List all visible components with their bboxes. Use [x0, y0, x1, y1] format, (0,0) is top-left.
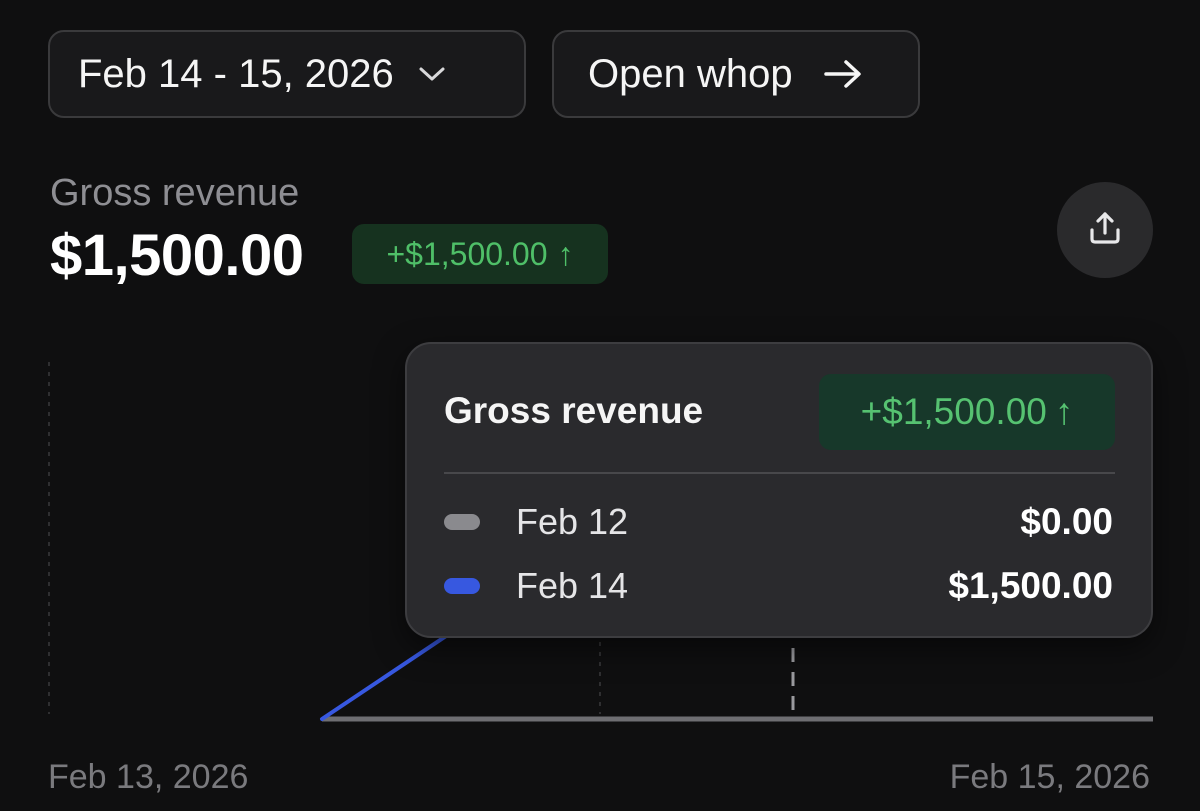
tooltip-row-date: Feb 12: [516, 501, 629, 542]
tooltip-row-amount: $0.00: [1020, 501, 1113, 542]
revenue-page: Feb 14 - 15, 2026 Open whop Gross revenu…: [0, 0, 1200, 811]
chart-tooltip: Gross revenue +$1,500.00 ↑ Feb 12 $0.00 …: [405, 342, 1153, 638]
arrow-up-icon: ↑: [1054, 391, 1074, 432]
series-swatch-previous: [444, 514, 480, 530]
tooltip-change-value: +$1,500.00: [860, 391, 1047, 432]
x-axis-start-label: Feb 13, 2026: [48, 758, 249, 796]
tooltip-row: Feb 12 $0.00: [444, 500, 1113, 544]
x-axis-end-label: Feb 15, 2026: [949, 758, 1150, 796]
tooltip-change-badge: +$1,500.00 ↑: [819, 374, 1115, 450]
tooltip-title: Gross revenue: [444, 390, 704, 431]
tooltip-row-amount: $1,500.00: [948, 565, 1113, 606]
tooltip-row: Feb 14 $1,500.00: [444, 564, 1113, 608]
series-swatch-current: [444, 578, 480, 594]
tooltip-divider: [444, 472, 1115, 474]
tooltip-row-date: Feb 14: [516, 565, 629, 606]
